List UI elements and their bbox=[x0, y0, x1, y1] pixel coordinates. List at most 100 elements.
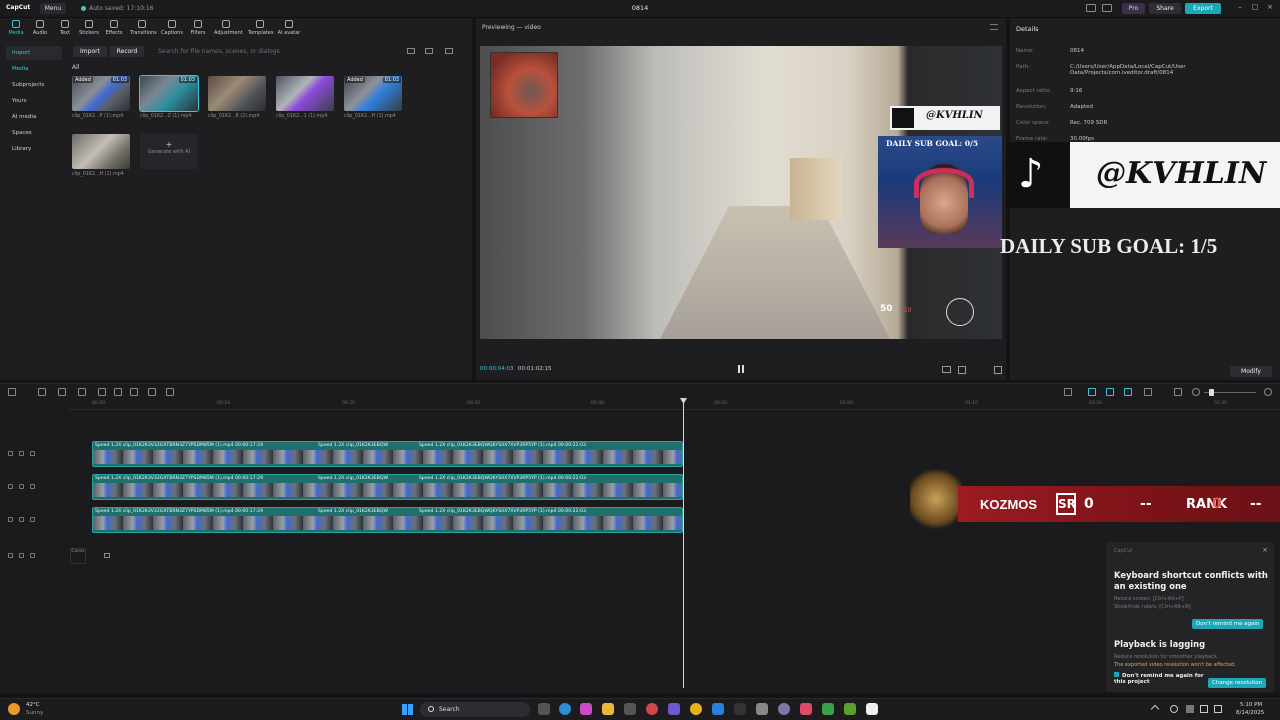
app-icon[interactable] bbox=[646, 703, 658, 715]
tab-templates[interactable]: Templates bbox=[248, 20, 273, 36]
media-thumbnail[interactable]: Added 01:03 bbox=[72, 76, 130, 111]
media-item[interactable]: clip_01K2...1 (1).mp4 bbox=[276, 76, 334, 119]
copilot-icon[interactable] bbox=[580, 703, 592, 715]
track-controls[interactable] bbox=[8, 517, 64, 531]
dont-remind-checkbox[interactable]: Don't remind me again for this project bbox=[1114, 672, 1206, 685]
video-clip[interactable]: Speed 1.2X clip_01K2K3V32GXTBRN3Z7YPSDM8… bbox=[92, 474, 683, 500]
lock-icon[interactable] bbox=[8, 553, 13, 558]
clock-date[interactable]: 8/14/2025 bbox=[1236, 710, 1264, 716]
lock-icon[interactable] bbox=[8, 517, 13, 522]
app-icon[interactable] bbox=[712, 703, 724, 715]
nvidia-icon[interactable] bbox=[844, 703, 856, 715]
link-icon[interactable] bbox=[1106, 388, 1114, 396]
audio-icon[interactable] bbox=[30, 451, 35, 456]
media-item[interactable]: 01:03 clip_01K2...Z (1).mp4 bbox=[139, 75, 199, 119]
edge-icon[interactable] bbox=[559, 703, 571, 715]
dont-remind-button[interactable]: Don't remind me again bbox=[1192, 619, 1264, 629]
marker-icon[interactable] bbox=[148, 388, 156, 396]
media-item[interactable]: Added 01:03 clip_01K2...P (1).mp4 bbox=[72, 76, 130, 119]
media-item[interactable]: clip_01K2...H (1).mp4 bbox=[72, 134, 130, 177]
change-resolution-button[interactable]: Change resolution bbox=[1208, 678, 1267, 688]
task-view-icon[interactable] bbox=[538, 703, 550, 715]
view-icon[interactable] bbox=[425, 48, 433, 54]
music-icon[interactable] bbox=[800, 703, 812, 715]
visibility-icon[interactable] bbox=[19, 451, 24, 456]
weather-sun-icon[interactable] bbox=[8, 703, 20, 715]
preview-axis-icon[interactable] bbox=[1124, 388, 1132, 396]
app-icon[interactable] bbox=[822, 703, 834, 715]
file-explorer-icon[interactable] bbox=[602, 703, 614, 715]
cover-button[interactable]: Cover bbox=[70, 548, 86, 564]
tab-stickers[interactable]: Stickers bbox=[77, 20, 101, 36]
audio-icon[interactable] bbox=[30, 517, 35, 522]
import-button[interactable]: Import bbox=[73, 46, 107, 57]
tab-effects[interactable]: Effects bbox=[102, 20, 126, 36]
magnet-icon[interactable] bbox=[1088, 388, 1096, 396]
media-search-input[interactable]: Search for file names, scenes, or dialog… bbox=[158, 48, 280, 55]
app-icon[interactable] bbox=[778, 703, 790, 715]
capcut-icon[interactable] bbox=[866, 703, 878, 715]
redo-icon[interactable] bbox=[58, 388, 66, 396]
taskbar-search[interactable] bbox=[420, 702, 530, 717]
video-clip[interactable]: Speed 1.2X clip_01K2K3V32GXTBRN3Z7YPSDM8… bbox=[92, 441, 683, 467]
undo-icon[interactable] bbox=[38, 388, 46, 396]
time-ruler[interactable]: 00:00 00:10 00:20 00:30 00:40 00:50 01:0… bbox=[68, 400, 1280, 410]
sidebar-item-ai-media[interactable]: AI media bbox=[6, 110, 62, 124]
filter-all-label[interactable]: All bbox=[72, 64, 79, 71]
visibility-icon[interactable] bbox=[19, 517, 24, 522]
visibility-icon[interactable] bbox=[19, 484, 24, 489]
media-thumbnail[interactable] bbox=[276, 76, 334, 111]
media-item[interactable]: Added 01:03 clip_01K2...H (1).mp4 bbox=[344, 76, 402, 119]
microphone-icon[interactable] bbox=[1064, 388, 1072, 396]
media-thumbnail[interactable] bbox=[208, 76, 266, 111]
playhead[interactable] bbox=[683, 398, 684, 688]
media-thumbnail[interactable]: 01:03 bbox=[139, 75, 199, 112]
split-icon[interactable] bbox=[78, 388, 86, 396]
volume-icon[interactable] bbox=[1214, 705, 1222, 713]
crop-icon[interactable] bbox=[958, 366, 966, 374]
export-button[interactable]: Export bbox=[1185, 3, 1221, 14]
media-icon[interactable] bbox=[166, 388, 174, 396]
app-icon[interactable] bbox=[734, 703, 746, 715]
app-icon[interactable] bbox=[668, 703, 680, 715]
tab-captions[interactable]: Captions bbox=[160, 20, 184, 36]
sort-icon[interactable] bbox=[407, 48, 415, 54]
sidebar-item-spaces[interactable]: Spaces bbox=[6, 126, 62, 140]
select-tool-icon[interactable] bbox=[8, 388, 16, 396]
tab-ai-avatar[interactable]: AI avatar bbox=[277, 20, 301, 36]
lock-icon[interactable] bbox=[8, 451, 13, 456]
preview-menu-icon[interactable] bbox=[990, 24, 998, 30]
wifi-icon[interactable] bbox=[1200, 705, 1208, 713]
fullscreen-icon[interactable] bbox=[994, 366, 1002, 374]
video-clip[interactable]: Speed 1.2X clip_01K2K3V32GXTBRN3Z7YPSDM8… bbox=[92, 507, 683, 533]
tab-transitions[interactable]: Transitions bbox=[130, 20, 157, 36]
tab-adjustment[interactable]: Adjustment bbox=[214, 20, 243, 36]
zoom-slider-handle[interactable] bbox=[1209, 389, 1214, 396]
taskbar-search-label[interactable]: Search bbox=[439, 706, 460, 713]
tab-audio[interactable]: Audio bbox=[28, 20, 52, 36]
tab-text[interactable]: Text bbox=[53, 20, 77, 36]
fit-icon[interactable] bbox=[1174, 388, 1182, 396]
minimize-icon[interactable]: – bbox=[1234, 3, 1246, 14]
pause-button[interactable] bbox=[738, 365, 744, 373]
zoom-in-icon[interactable] bbox=[1264, 388, 1272, 396]
close-icon[interactable]: × bbox=[1264, 3, 1276, 14]
windows-start-icon[interactable] bbox=[402, 704, 413, 715]
clock-time[interactable]: 5:10 PM bbox=[1240, 702, 1262, 708]
media-thumbnail[interactable] bbox=[72, 134, 130, 169]
app-icon[interactable] bbox=[756, 703, 768, 715]
tab-filters[interactable]: Filters bbox=[186, 20, 210, 36]
store-icon[interactable] bbox=[624, 703, 636, 715]
media-item[interactable]: clip_01K2...8 (2).mp4 bbox=[208, 76, 266, 119]
delete-icon[interactable] bbox=[130, 388, 138, 396]
audio-icon[interactable] bbox=[30, 553, 35, 558]
zoom-out-icon[interactable] bbox=[1192, 388, 1200, 396]
sidebar-item-media[interactable]: Media bbox=[6, 62, 62, 76]
main-track-controls[interactable] bbox=[8, 553, 64, 567]
webcam-overlay[interactable]: DAILY SUB GOAL: 0/5 bbox=[878, 136, 1002, 248]
chrome-icon[interactable] bbox=[690, 703, 702, 715]
tray-icon[interactable] bbox=[1170, 705, 1178, 713]
weather-desc[interactable]: Sunny bbox=[26, 710, 43, 716]
visibility-icon[interactable] bbox=[19, 553, 24, 558]
track-controls[interactable] bbox=[8, 484, 64, 498]
